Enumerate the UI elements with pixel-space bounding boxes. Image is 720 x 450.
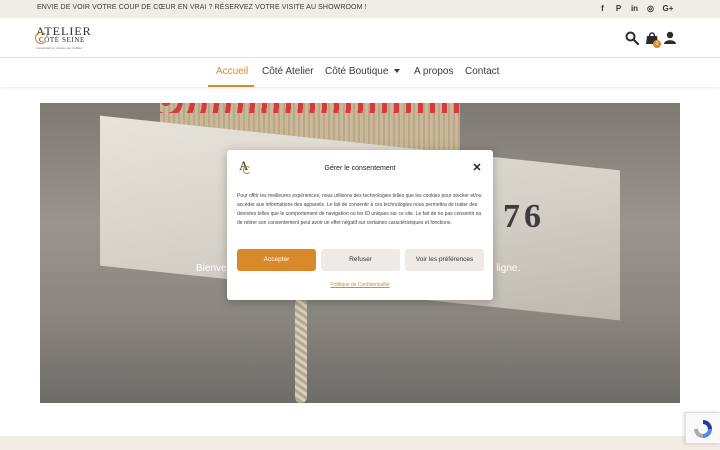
site-logo[interactable]: ATELIER CÔTÉ SEINE restauration et créat… — [35, 24, 91, 52]
cookie-consent-dialog: A Gérer le consentement ✕ Pour offrir le… — [227, 150, 493, 300]
nav-item-cote-boutique[interactable]: Côté Boutique — [325, 66, 401, 77]
site-header: ATELIER CÔTÉ SEINE restauration et créat… — [0, 18, 720, 58]
active-nav-indicator — [208, 85, 254, 87]
refuse-button[interactable]: Refuser — [321, 249, 400, 271]
accept-button[interactable]: Accepter — [237, 249, 316, 271]
announcement-text: ENVIE DE VOIR VOTRE COUP DE CŒUR EN VRAI… — [37, 4, 367, 11]
facebook-icon[interactable]: f — [598, 3, 607, 14]
recaptcha-icon — [694, 420, 712, 438]
privacy-policy-link[interactable]: Politique de Confidentialité — [227, 282, 493, 288]
hero-rope — [295, 298, 307, 403]
linkedin-icon[interactable]: in — [630, 3, 639, 14]
hero-welcome-text-left: Bienve — [196, 263, 227, 274]
nav-item-cote-boutique-label: Côté Boutique — [325, 66, 389, 77]
consent-description: Pour offrir les meilleures expériences, … — [237, 193, 482, 226]
footer-strip — [0, 436, 720, 450]
close-icon[interactable]: ✕ — [472, 163, 482, 174]
hero-red-fringe — [160, 103, 460, 113]
logo-tagline: restauration et création de mobilier — [36, 46, 83, 50]
google-plus-icon[interactable]: G+ — [662, 3, 674, 14]
social-links: f P in ◎ G+ — [598, 3, 674, 14]
pinterest-icon[interactable]: P — [614, 3, 623, 14]
nav-item-cote-atelier[interactable]: Côté Atelier — [262, 66, 314, 77]
chevron-down-icon — [394, 69, 401, 74]
view-preferences-button[interactable]: Voir les préférences — [405, 249, 484, 271]
nav-item-a-propos[interactable]: A propos — [414, 66, 453, 77]
top-announcement-bar: ENVIE DE VOIR VOTRE COUP DE CŒUR EN VRAI… — [0, 0, 720, 18]
main-navigation: Accueil Côté Atelier Côté Boutique A pro… — [0, 58, 720, 87]
recaptcha-badge[interactable] — [685, 412, 720, 444]
instagram-icon[interactable]: ◎ — [646, 3, 655, 14]
nav-item-accueil[interactable]: Accueil — [216, 66, 248, 77]
hero-stencil-number: 76 — [503, 198, 545, 235]
search-icon[interactable] — [625, 31, 639, 45]
nav-item-contact[interactable]: Contact — [465, 66, 499, 77]
consent-title: Gérer le consentement — [324, 165, 396, 172]
cart-count-badge: 0 — [653, 40, 661, 48]
user-icon[interactable] — [663, 31, 677, 45]
logo-line2: CÔTÉ SEINE — [39, 36, 85, 44]
